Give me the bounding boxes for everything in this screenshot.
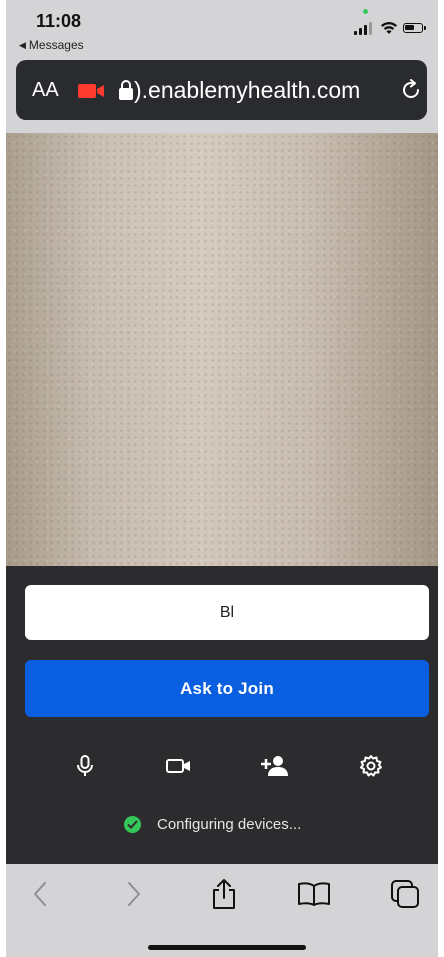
lock-icon <box>119 80 133 100</box>
camera-active-dot-icon <box>363 9 368 14</box>
microphone-icon <box>77 755 93 776</box>
forward-chevron-icon <box>128 882 140 906</box>
address-bar[interactable]: AA ).enablemyhealth.com <box>16 60 427 120</box>
url-text[interactable]: ).enablemyhealth.com <box>134 77 360 104</box>
bookmarks-button[interactable] <box>296 876 332 912</box>
battery-icon <box>403 23 426 33</box>
cellular-signal-icon <box>354 22 372 35</box>
camera-icon <box>166 759 190 773</box>
camera-preview <box>6 133 438 566</box>
add-person-icon <box>261 756 288 776</box>
text-size-button[interactable]: AA <box>32 79 59 102</box>
reload-icon[interactable] <box>400 79 422 101</box>
back-to-app-link[interactable]: ◀ Messages <box>19 38 84 52</box>
phone-screen: 11:08 ◀ Messages AA ).enablemyhealth.com <box>6 0 438 957</box>
home-indicator <box>148 945 306 950</box>
status-text: Configuring devices... <box>157 816 302 833</box>
share-button[interactable] <box>206 876 242 912</box>
settings-button[interactable] <box>355 750 387 782</box>
back-app-label: Messages <box>28 38 84 52</box>
ask-to-join-button[interactable]: Ask to Join <box>25 660 429 717</box>
microphone-button[interactable] <box>69 750 101 782</box>
check-circle-icon <box>124 816 141 833</box>
camera-in-use-icon[interactable] <box>78 83 108 99</box>
camera-button[interactable] <box>163 750 195 782</box>
back-triangle-icon: ◀ <box>19 39 26 50</box>
display-name-input[interactable] <box>25 585 429 640</box>
invite-button[interactable] <box>259 750 291 782</box>
settings-gear-icon <box>360 755 382 777</box>
prejoin-panel: Ask to Join <box>6 566 438 864</box>
tabs-button[interactable] <box>387 876 423 912</box>
wifi-icon <box>381 21 397 34</box>
status-bar: 11:08 ◀ Messages <box>6 0 438 58</box>
tabs-icon <box>391 880 419 908</box>
clock: 11:08 <box>36 11 82 31</box>
share-icon <box>213 879 235 909</box>
device-status: Configuring devices... <box>124 816 301 833</box>
bookmarks-icon <box>298 882 330 906</box>
text-size-label: AA <box>32 79 59 101</box>
back-button[interactable] <box>22 876 58 912</box>
forward-button[interactable] <box>116 876 152 912</box>
browser-toolbar <box>6 864 438 957</box>
back-chevron-icon <box>34 882 46 906</box>
